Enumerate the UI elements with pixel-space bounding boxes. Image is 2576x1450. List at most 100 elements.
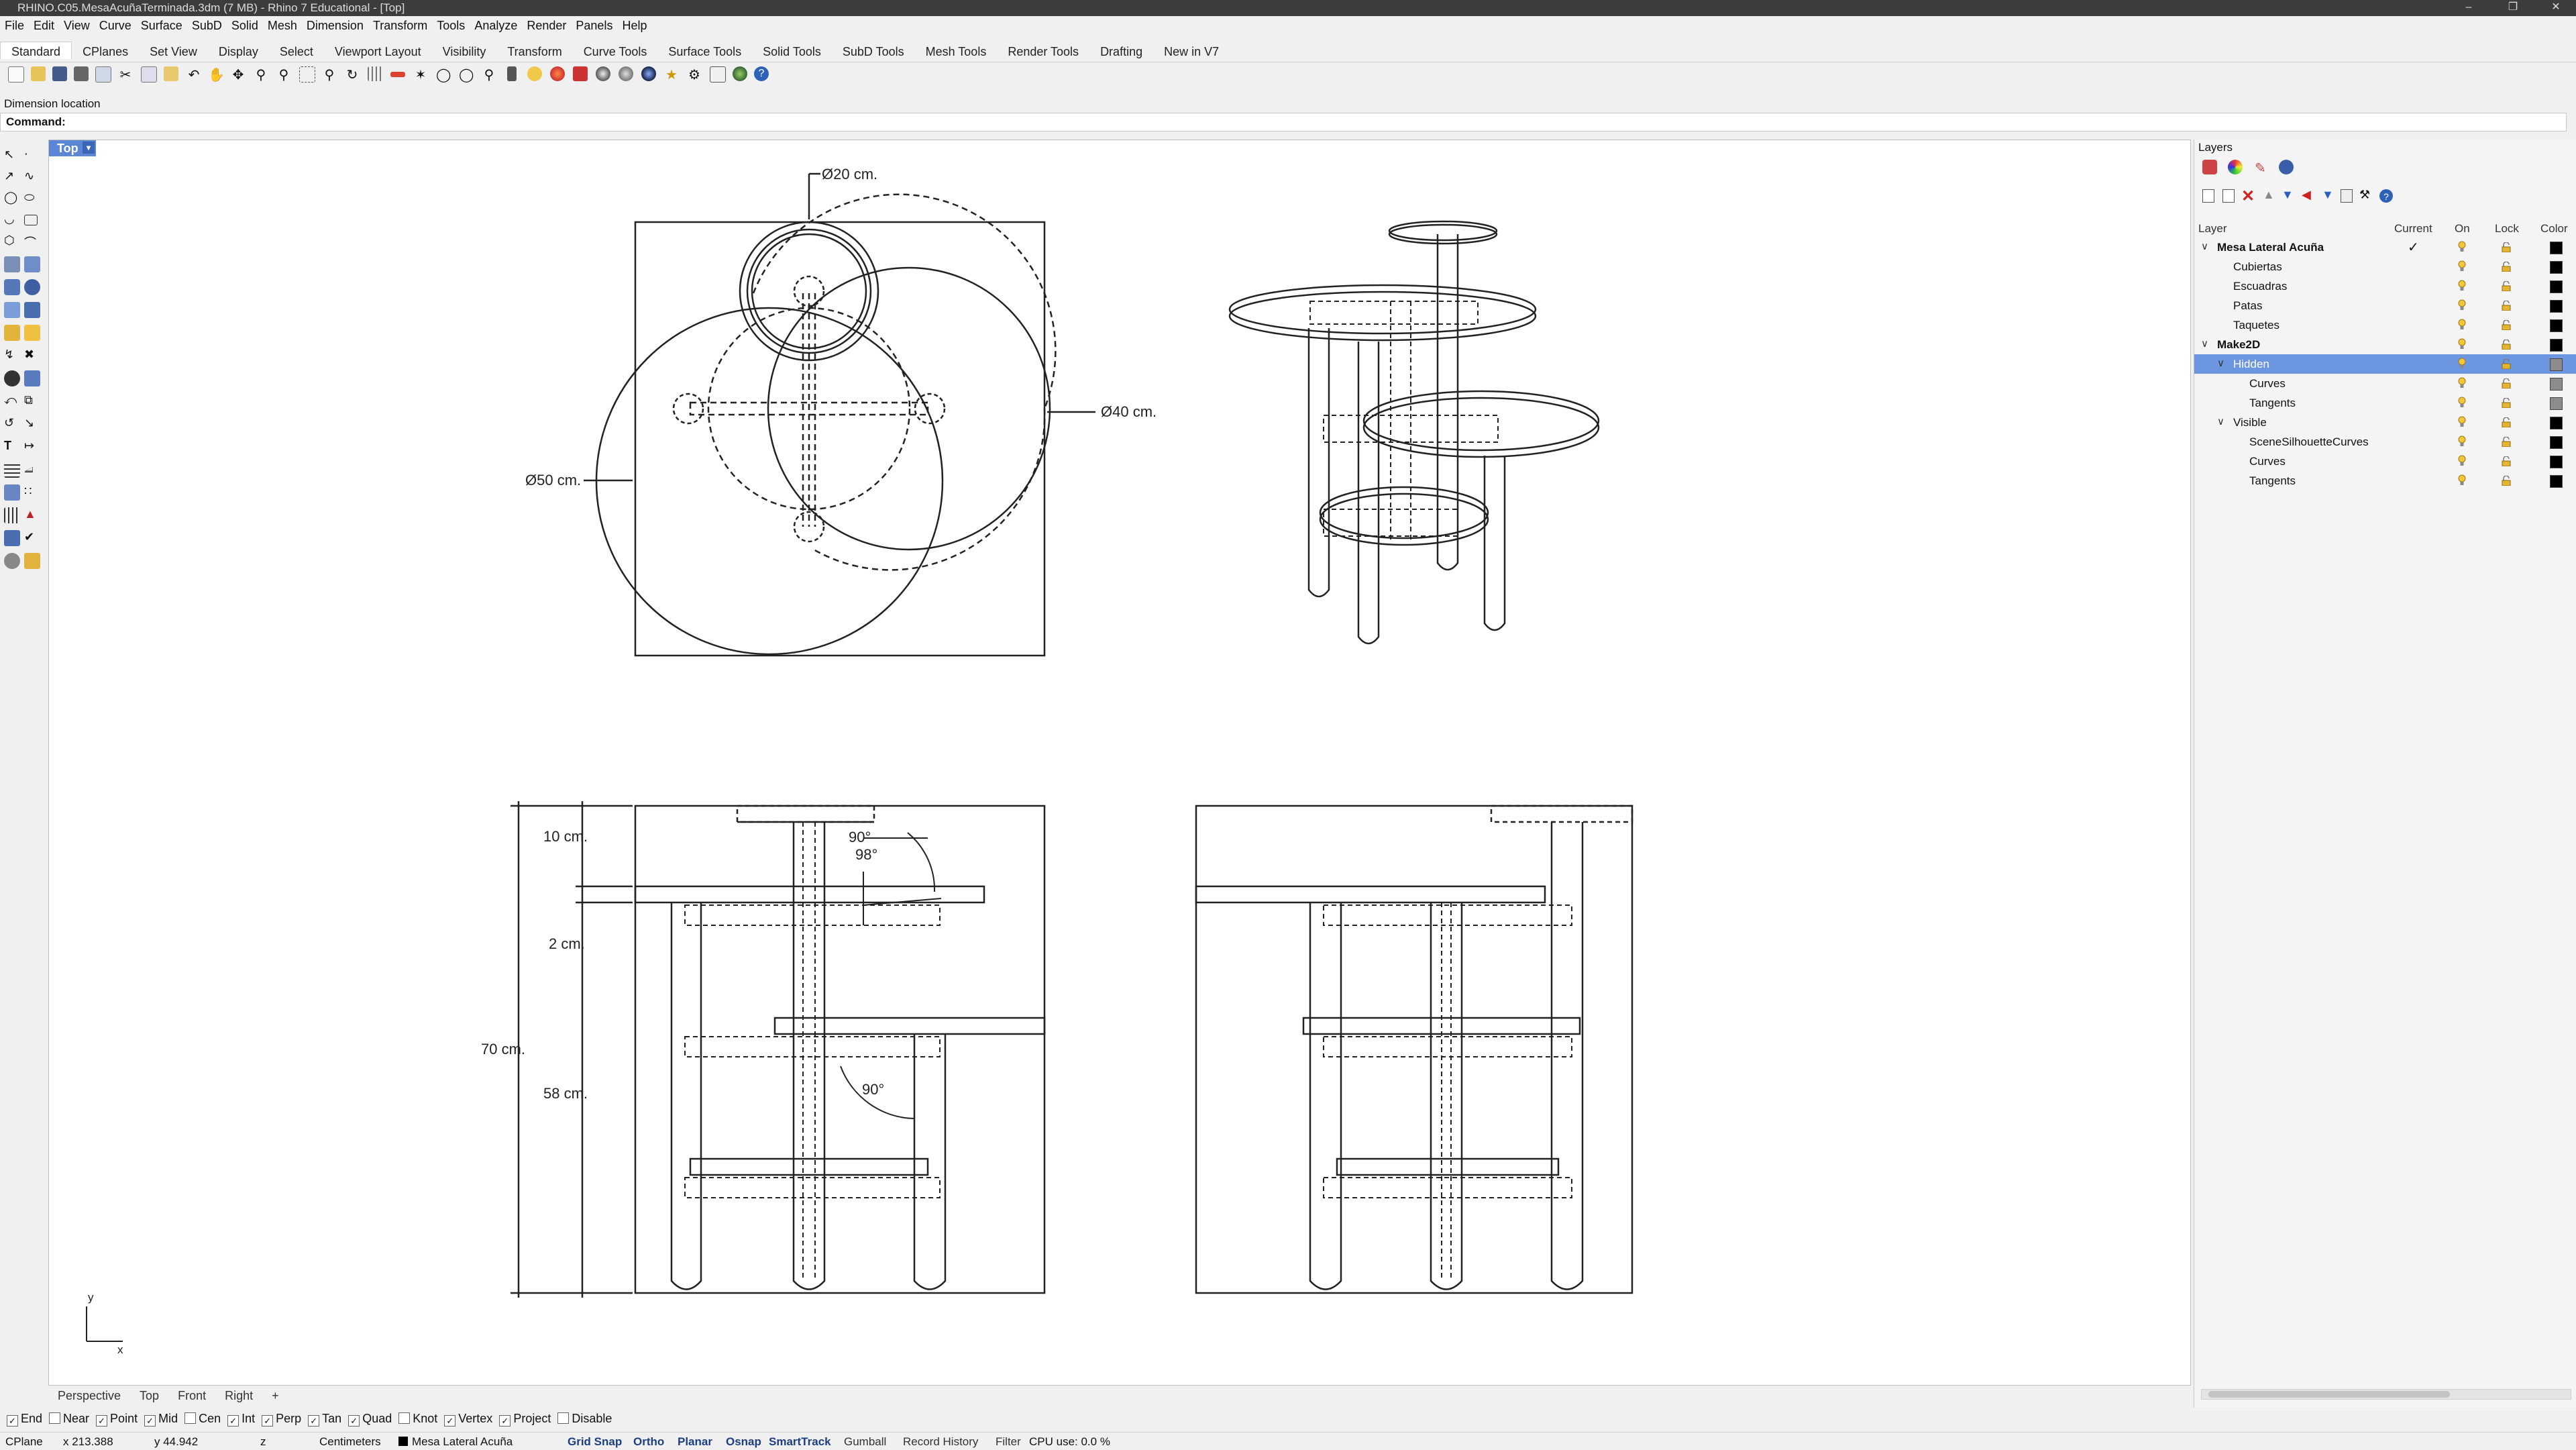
layer-row[interactable]: Curves — [2194, 452, 2576, 471]
move-to-parent-icon[interactable]: ◀ — [2302, 188, 2316, 203]
materials-tab-icon[interactable]: ✎ — [2255, 160, 2269, 176]
properties-icon[interactable]: ⚙ — [687, 66, 702, 83]
mirror-icon[interactable]: ⧡ — [24, 462, 40, 478]
command-line[interactable]: Command: — [0, 113, 2567, 132]
new-file-icon[interactable] — [8, 66, 24, 83]
render-icon[interactable] — [550, 66, 565, 81]
light-bulb-icon[interactable] — [2457, 358, 2467, 370]
expand-chevron-icon[interactable]: ∨ — [2217, 415, 2224, 427]
copy-icon[interactable] — [141, 66, 157, 83]
polygon-icon[interactable]: ⬡ — [4, 234, 20, 250]
layer-color-swatch[interactable] — [2550, 300, 2563, 313]
menu-edit[interactable]: Edit — [29, 16, 59, 33]
header-color[interactable]: Color — [2540, 222, 2568, 236]
tab-visibility[interactable]: Visibility — [432, 42, 497, 59]
unlocked-padlock-icon[interactable] — [2502, 378, 2511, 389]
paste-icon[interactable] — [164, 66, 178, 81]
layer-row[interactable]: SceneSilhouetteCurves — [2194, 432, 2576, 452]
environment-tab-icon[interactable] — [2279, 160, 2294, 174]
copy-object-icon[interactable]: ⧉ — [24, 393, 40, 409]
grasshopper-icon[interactable] — [710, 66, 726, 83]
pan-hand-icon[interactable]: ✋ — [208, 66, 225, 83]
zoom-dynamic-icon[interactable]: ⚲ — [276, 66, 291, 83]
unlocked-padlock-icon[interactable] — [2502, 475, 2511, 486]
osnap-near[interactable]: Near — [49, 1412, 89, 1426]
mesh-icon[interactable] — [24, 325, 40, 341]
light-bulb-icon[interactable] — [2457, 299, 2467, 311]
osnap-quad[interactable]: ✓ Quad — [348, 1412, 392, 1427]
tab-mesh-tools[interactable]: Mesh Tools — [915, 42, 998, 59]
expand-chevron-icon[interactable]: ∨ — [2201, 240, 2208, 252]
layer-name[interactable]: Tangents — [2249, 474, 2296, 488]
expand-chevron-icon[interactable]: ∨ — [2217, 357, 2224, 369]
tab-drafting[interactable]: Drafting — [1089, 42, 1153, 59]
import-icon[interactable] — [95, 66, 111, 83]
move-icon[interactable]: ⤺ — [4, 393, 20, 409]
layer-row[interactable]: ∨ Mesa Lateral Acuña ✓ — [2194, 238, 2576, 257]
scroll-thumb[interactable] — [2208, 1391, 2450, 1398]
menu-curve[interactable]: Curve — [95, 16, 136, 33]
status-layer[interactable]: Mesa Lateral Acuña — [412, 1435, 513, 1449]
osnap-vertex[interactable]: ✓ Vertex — [444, 1412, 492, 1427]
layer-row[interactable]: Tangents — [2194, 471, 2576, 490]
grid-array-icon[interactable] — [4, 507, 20, 523]
ellipse-icon[interactable]: ⬭ — [24, 191, 40, 207]
layer-color-swatch[interactable] — [2550, 417, 2563, 429]
layer-color-swatch[interactable] — [2550, 261, 2563, 274]
layer-name[interactable]: Curves — [2249, 455, 2286, 468]
packages-icon[interactable] — [733, 66, 747, 81]
menu-analyze[interactable]: Analyze — [470, 16, 522, 33]
lock-icon[interactable] — [507, 66, 517, 81]
layer-row[interactable]: Taquetes — [2194, 315, 2576, 335]
unlocked-padlock-icon[interactable] — [2502, 339, 2511, 350]
menu-surface[interactable]: Surface — [136, 16, 187, 33]
tab-front[interactable]: Front — [168, 1386, 215, 1403]
join-icon[interactable] — [4, 370, 20, 386]
move-down-icon[interactable]: ▼ — [2282, 188, 2296, 203]
tab-surface-tools[interactable]: Surface Tools — [657, 42, 752, 59]
tab-solid-tools[interactable]: Solid Tools — [752, 42, 832, 59]
tools-icon[interactable]: ⚒ — [2359, 188, 2374, 203]
move-up-icon[interactable]: ▲ — [2263, 188, 2277, 203]
layer-color-swatch[interactable] — [2550, 358, 2563, 371]
osnap-tan[interactable]: ✓ Tan — [308, 1412, 341, 1427]
layer-name[interactable]: Cubiertas — [2233, 260, 2282, 274]
osnap-int[interactable]: ✓ Int — [227, 1412, 255, 1427]
layer-color-swatch[interactable] — [2550, 456, 2563, 468]
tab-set-view[interactable]: Set View — [139, 42, 208, 59]
osnap-checkbox[interactable] — [49, 1412, 61, 1424]
analyze-icon[interactable] — [4, 484, 20, 501]
cut-icon[interactable]: ✂ — [118, 66, 133, 83]
layer-color-swatch[interactable] — [2550, 280, 2563, 293]
undo-icon[interactable]: ↶ — [186, 66, 201, 83]
unlocked-padlock-icon[interactable] — [2502, 319, 2511, 331]
layer-name[interactable]: Visible — [2233, 416, 2267, 429]
layer-color-swatch[interactable] — [2550, 339, 2563, 352]
osnap-mid[interactable]: ✓ Mid — [144, 1412, 178, 1427]
tab-select[interactable]: Select — [269, 42, 324, 59]
point-icon[interactable]: ⋅ — [24, 148, 40, 164]
osnap-end[interactable]: ✓ End — [7, 1412, 42, 1427]
light-bulb-icon[interactable] — [2457, 435, 2467, 448]
osnap-checkbox[interactable]: ✓ — [499, 1415, 511, 1427]
menu-tools[interactable]: Tools — [432, 16, 470, 33]
light-bulb-icon[interactable] — [2457, 397, 2467, 409]
menu-render[interactable]: Render — [522, 16, 571, 33]
light-bulb-icon[interactable] — [2457, 260, 2467, 272]
explode-icon[interactable] — [24, 370, 40, 386]
show-icon[interactable]: ◯ — [459, 66, 474, 83]
layer-name[interactable]: Hidden — [2233, 358, 2269, 371]
osnap-checkbox[interactable]: ✓ — [227, 1415, 239, 1427]
osnap-checkbox[interactable] — [184, 1412, 197, 1424]
polyline-icon[interactable]: ↗ — [4, 169, 20, 185]
osnap-checkbox[interactable] — [398, 1412, 411, 1424]
top-viewport[interactable]: Ø20 cm. Ø40 cm. Ø50 cm. 10 cm. 2 cm. 70 … — [48, 140, 2191, 1386]
rectangle-icon[interactable] — [24, 215, 38, 225]
layer-row[interactable]: Patas — [2194, 296, 2576, 315]
osnap-disable[interactable]: Disable — [557, 1412, 612, 1426]
layer-name[interactable]: Curves — [2249, 377, 2286, 391]
extrude-icon[interactable] — [4, 302, 20, 318]
check-icon[interactable]: ✔ — [24, 530, 40, 546]
viewport-layout-icon[interactable] — [368, 66, 382, 81]
unlocked-padlock-icon[interactable] — [2502, 417, 2511, 428]
